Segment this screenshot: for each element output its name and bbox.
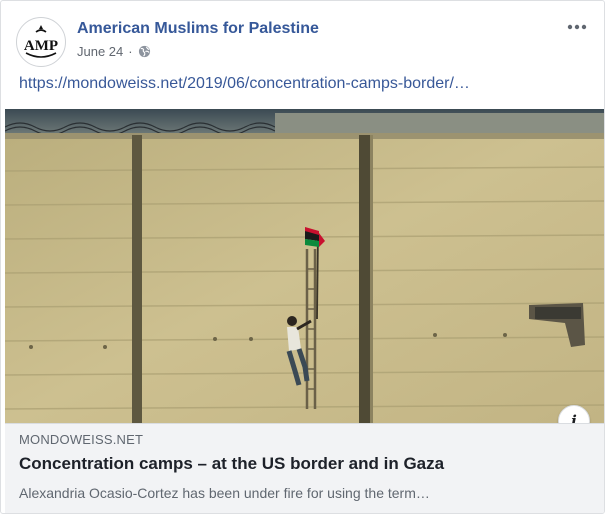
avatar[interactable]: AMP (16, 17, 66, 67)
svg-text:AMP: AMP (24, 38, 58, 54)
author-name[interactable]: American Muslims for Palestine (77, 20, 319, 38)
post-meta: June 24 · (77, 44, 151, 59)
link-domain: MONDOWEISS.NET (19, 432, 144, 447)
post-header: AMP American Muslims for Palestine June … (16, 17, 589, 67)
more-options-button[interactable] (565, 17, 589, 37)
link-headline[interactable]: Concentration camps – at the US border a… (19, 454, 444, 474)
link-description: Alexandria Ocasio-Cortez has been under … (19, 485, 430, 501)
globe-icon[interactable] (138, 45, 151, 58)
wall-photo (5, 109, 604, 423)
post-date[interactable]: June 24 (77, 44, 123, 59)
ellipsis-icon (567, 24, 587, 30)
link-preview-image[interactable] (5, 109, 604, 423)
post-card: AMP American Muslims for Palestine June … (0, 0, 605, 514)
post-link[interactable]: https://mondoweiss.net/2019/06/concentra… (19, 75, 470, 93)
amp-logo-icon: AMP (19, 20, 63, 64)
link-preview-footer[interactable]: MONDOWEISS.NET Concentration camps – at … (5, 423, 604, 513)
